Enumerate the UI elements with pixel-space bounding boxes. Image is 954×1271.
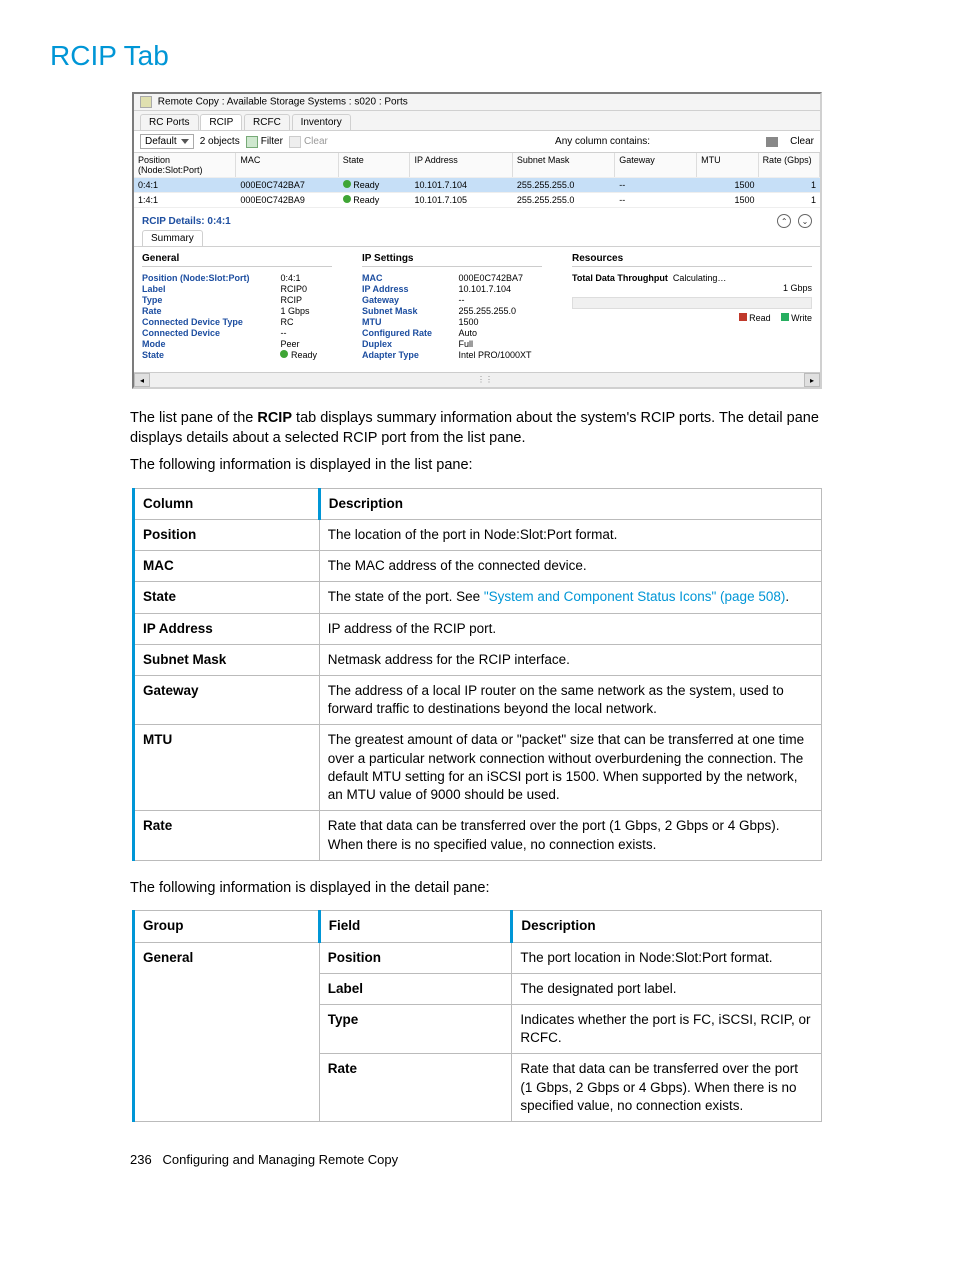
- tabs-bar: RC Ports RCIP RCFC Inventory: [134, 111, 820, 131]
- status-ready-icon: [280, 350, 288, 358]
- any-column-label: Any column contains:: [555, 136, 650, 147]
- th-column: Column: [134, 488, 320, 519]
- throughput-max: 1 Gbps: [572, 283, 812, 293]
- body-para-1: The list pane of the RCIP tab displays s…: [130, 409, 824, 448]
- clear-filter-button[interactable]: Clear: [289, 136, 328, 148]
- collapse-icon[interactable]: ⌃: [777, 214, 791, 228]
- th-description2: Description: [512, 911, 822, 942]
- details-title: RCIP Details: 0:4:1: [142, 216, 231, 227]
- object-count: 2 objects: [200, 136, 240, 147]
- clear-icon: [289, 136, 301, 148]
- list-header-row: Position (Node:Slot:Port) MAC State IP A…: [134, 153, 820, 178]
- legend-read-swatch: [739, 313, 747, 321]
- filter-combo-value: Default: [145, 136, 177, 147]
- body-para-3: The following information is displayed i…: [130, 879, 824, 899]
- filter-label: Filter: [261, 136, 283, 147]
- chevron-down-icon: [181, 139, 189, 144]
- tab-rcip[interactable]: RCIP: [200, 114, 242, 130]
- clear-button[interactable]: Clear: [790, 136, 814, 147]
- horizontal-scrollbar[interactable]: ◂ ⋮⋮ ▸: [134, 372, 820, 387]
- col-ip[interactable]: IP Address: [410, 153, 512, 177]
- status-ready-icon: [343, 195, 351, 203]
- detail-pane-table: Group Field Description General Position…: [132, 910, 822, 1122]
- col-state[interactable]: State: [339, 153, 411, 177]
- sub-tab-summary[interactable]: Summary: [142, 230, 203, 246]
- col-mac[interactable]: MAC: [236, 153, 338, 177]
- col-position[interactable]: Position (Node:Slot:Port): [134, 153, 236, 177]
- scroll-left-icon[interactable]: ◂: [134, 373, 150, 387]
- link-status-icons[interactable]: "System and Component Status Icons" (pag…: [484, 589, 786, 604]
- body-para-2: The following information is displayed i…: [130, 456, 824, 476]
- filter-button[interactable]: Filter: [246, 136, 283, 148]
- toolbar: Default 2 objects Filter Clear Any colum…: [134, 131, 820, 153]
- status-ready-icon: [343, 180, 351, 188]
- legend-write-swatch: [781, 313, 789, 321]
- th-field: Field: [319, 911, 512, 942]
- list-row[interactable]: 1:4:1 000E0C742BA9 Ready 10.101.7.105 25…: [134, 193, 820, 208]
- tab-rcfc[interactable]: RCFC: [244, 114, 290, 130]
- th-group: Group: [134, 911, 320, 942]
- general-header: General: [142, 253, 332, 267]
- filter-icon: [246, 136, 258, 148]
- screenshot-panel: Remote Copy : Available Storage Systems …: [132, 92, 822, 389]
- col-mtu[interactable]: MTU: [697, 153, 758, 177]
- throughput-bar: [572, 297, 812, 309]
- col-rate[interactable]: Rate (Gbps): [759, 153, 820, 177]
- clear-filter-label: Clear: [304, 136, 328, 147]
- print-icon[interactable]: [766, 137, 778, 147]
- resources-header: Resources: [572, 253, 812, 267]
- ip-settings-header: IP Settings: [362, 253, 542, 267]
- list-row[interactable]: 0:4:1 000E0C742BA7 Ready 10.101.7.104 25…: [134, 178, 820, 193]
- tab-rc-ports[interactable]: RC Ports: [140, 114, 199, 130]
- th-description: Description: [319, 488, 821, 519]
- expand-icon[interactable]: ⌄: [798, 214, 812, 228]
- scroll-right-icon[interactable]: ▸: [804, 373, 820, 387]
- col-gateway[interactable]: Gateway: [615, 153, 697, 177]
- window-icon: [140, 96, 152, 108]
- chart-legend: Read Write: [572, 313, 812, 323]
- filter-combo[interactable]: Default: [140, 134, 194, 149]
- col-mask[interactable]: Subnet Mask: [513, 153, 615, 177]
- page-footer: 236 Configuring and Managing Remote Copy: [130, 1152, 954, 1167]
- detail-pane: General Position (Node:Slot:Port)0:4:1 L…: [134, 246, 820, 372]
- list-pane-table: Column Description PositionThe location …: [132, 488, 822, 861]
- page-title: RCIP Tab: [50, 40, 954, 72]
- window-title-text: Remote Copy : Available Storage Systems …: [158, 97, 408, 108]
- tab-inventory[interactable]: Inventory: [292, 114, 351, 130]
- window-title: Remote Copy : Available Storage Systems …: [134, 94, 820, 111]
